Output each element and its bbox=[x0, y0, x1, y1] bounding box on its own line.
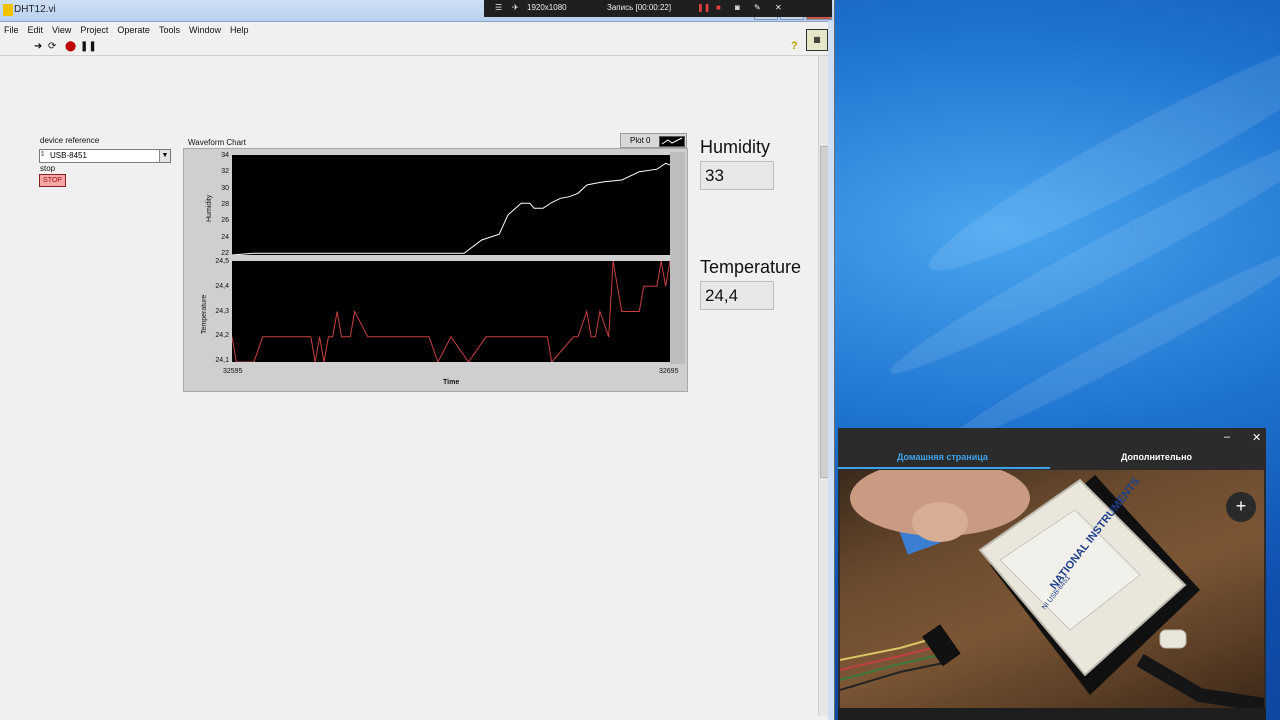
pin-icon[interactable]: ✈ bbox=[512, 3, 519, 12]
camera-icon[interactable]: ◙ bbox=[735, 3, 740, 12]
humidity-indicator: 33 bbox=[700, 161, 774, 190]
pause-icon[interactable]: ❚❚ bbox=[80, 41, 97, 52]
temperature-axis-label: Temperature bbox=[201, 294, 208, 334]
legend-line-icon bbox=[659, 136, 685, 147]
run-continuously-icon[interactable]: ⟳ bbox=[48, 41, 56, 52]
menu-view[interactable]: View bbox=[48, 22, 76, 38]
close-recorder-icon[interactable]: ✕ bbox=[775, 3, 782, 12]
temperature-tick-label: 24,1 bbox=[215, 357, 229, 364]
humidity-indicator-label: Humidity bbox=[700, 137, 771, 157]
humidity-axis-label: Humidity bbox=[206, 194, 213, 222]
humidity-value: 33 bbox=[705, 166, 724, 185]
humidity-plot bbox=[231, 162, 671, 256]
camera-minimize-icon[interactable]: – bbox=[1224, 431, 1230, 443]
camera-video: NATIONAL INSTRUMENTS NI USB-8451 + bbox=[840, 470, 1264, 708]
stop-button[interactable]: STOP bbox=[39, 174, 66, 187]
recorder-status: Запись [00:00:22] bbox=[607, 3, 672, 12]
vi-icon bbox=[3, 4, 13, 16]
stop-label: stop bbox=[40, 164, 56, 173]
tab-more[interactable]: Дополнительно bbox=[1121, 452, 1192, 462]
menu-edit[interactable]: Edit bbox=[24, 22, 49, 38]
dropdown-arrow-icon[interactable]: ▼ bbox=[159, 150, 170, 162]
menu-icon[interactable]: ☰ bbox=[495, 3, 502, 12]
labview-window: DHT12.vi – □ ✕ File Edit View Project Op… bbox=[0, 0, 835, 720]
temperature-tick-label: 24,4 bbox=[215, 282, 229, 290]
recorder-resolution: 1920x1080 bbox=[527, 3, 567, 12]
menu-project[interactable]: Project bbox=[76, 22, 113, 38]
humidity-tick-label: 22 bbox=[221, 250, 229, 257]
recorder-toolbar: ☰ ✈ 1920x1080 Запись [00:00:22] ❚❚ ■ ◙ ✎… bbox=[484, 0, 832, 17]
temperature-indicator-label: Temperature bbox=[700, 257, 802, 277]
menu-file[interactable]: File bbox=[0, 22, 24, 38]
camera-bottom-bar bbox=[838, 708, 1266, 720]
humidity-tick-label: 30 bbox=[221, 184, 229, 192]
temperature-plot bbox=[231, 260, 671, 364]
pen-icon[interactable]: ✎ bbox=[754, 3, 761, 12]
add-icon[interactable]: + bbox=[1226, 492, 1256, 522]
window-frame bbox=[828, 21, 834, 720]
plot-legend[interactable]: Plot 0 bbox=[620, 133, 687, 148]
temperature-plot-area bbox=[231, 260, 671, 364]
active-tab-indicator bbox=[838, 467, 1050, 469]
pause-record-icon[interactable]: ❚❚ bbox=[697, 3, 710, 12]
temperature-series-line bbox=[231, 260, 671, 364]
video-scene: NATIONAL INSTRUMENTS NI USB-8451 bbox=[840, 470, 1264, 708]
window-title: DHT12.vi bbox=[14, 4, 56, 15]
humidity-tick-label: 24 bbox=[221, 233, 229, 241]
menu-window[interactable]: Window bbox=[185, 22, 226, 38]
run-arrow-icon[interactable]: ➜ bbox=[34, 41, 42, 52]
temperature-tick-label: 24,5 bbox=[215, 258, 229, 265]
help-icon[interactable]: ? bbox=[791, 40, 798, 52]
humidity-plot-area bbox=[231, 155, 671, 256]
humidity-tick-label: 34 bbox=[221, 152, 229, 159]
camera-tabs: Домашняя страница Дополнительно bbox=[838, 446, 1266, 468]
x-axis-label: Time bbox=[443, 379, 460, 386]
x-min-label: 32595 bbox=[223, 368, 243, 375]
menu-operate[interactable]: Operate bbox=[113, 22, 155, 38]
device-reference-ring[interactable]: ⁑ USB-8451 ▼ bbox=[39, 149, 171, 163]
humidity-tick-label: 32 bbox=[221, 168, 229, 176]
io-icon: ⁑ bbox=[41, 152, 44, 158]
legend-plot-name: Plot 0 bbox=[630, 136, 651, 145]
temperature-indicator: 24,4 bbox=[700, 281, 774, 310]
device-reference-value: USB-8451 bbox=[50, 151, 87, 160]
chart-scroll-area bbox=[670, 152, 685, 364]
chart-title: Waveform Chart bbox=[188, 138, 246, 147]
temperature-value: 24,4 bbox=[705, 286, 739, 305]
tab-home[interactable]: Домашняя страница bbox=[897, 452, 988, 462]
menu-bar: File Edit View Project Operate Tools Win… bbox=[0, 22, 834, 38]
abort-icon[interactable]: ⬤ bbox=[65, 41, 76, 52]
menu-tools[interactable]: Tools bbox=[155, 22, 185, 38]
camera-close-icon[interactable]: ✕ bbox=[1252, 431, 1261, 444]
camera-window: – ✕ Домашняя страница Дополнительно NATI… bbox=[838, 428, 1266, 720]
toolbar: ➜ ⟳ ⬤ ❚❚ bbox=[0, 39, 834, 56]
x-max-label: 32695 bbox=[659, 368, 679, 375]
vi-connector-icon: ▦ bbox=[806, 29, 828, 51]
humidity-series-line bbox=[231, 162, 671, 256]
stop-record-icon[interactable]: ■ bbox=[716, 3, 721, 12]
menu-help[interactable]: Help bbox=[226, 22, 254, 38]
device-reference-label: device reference bbox=[40, 136, 100, 145]
